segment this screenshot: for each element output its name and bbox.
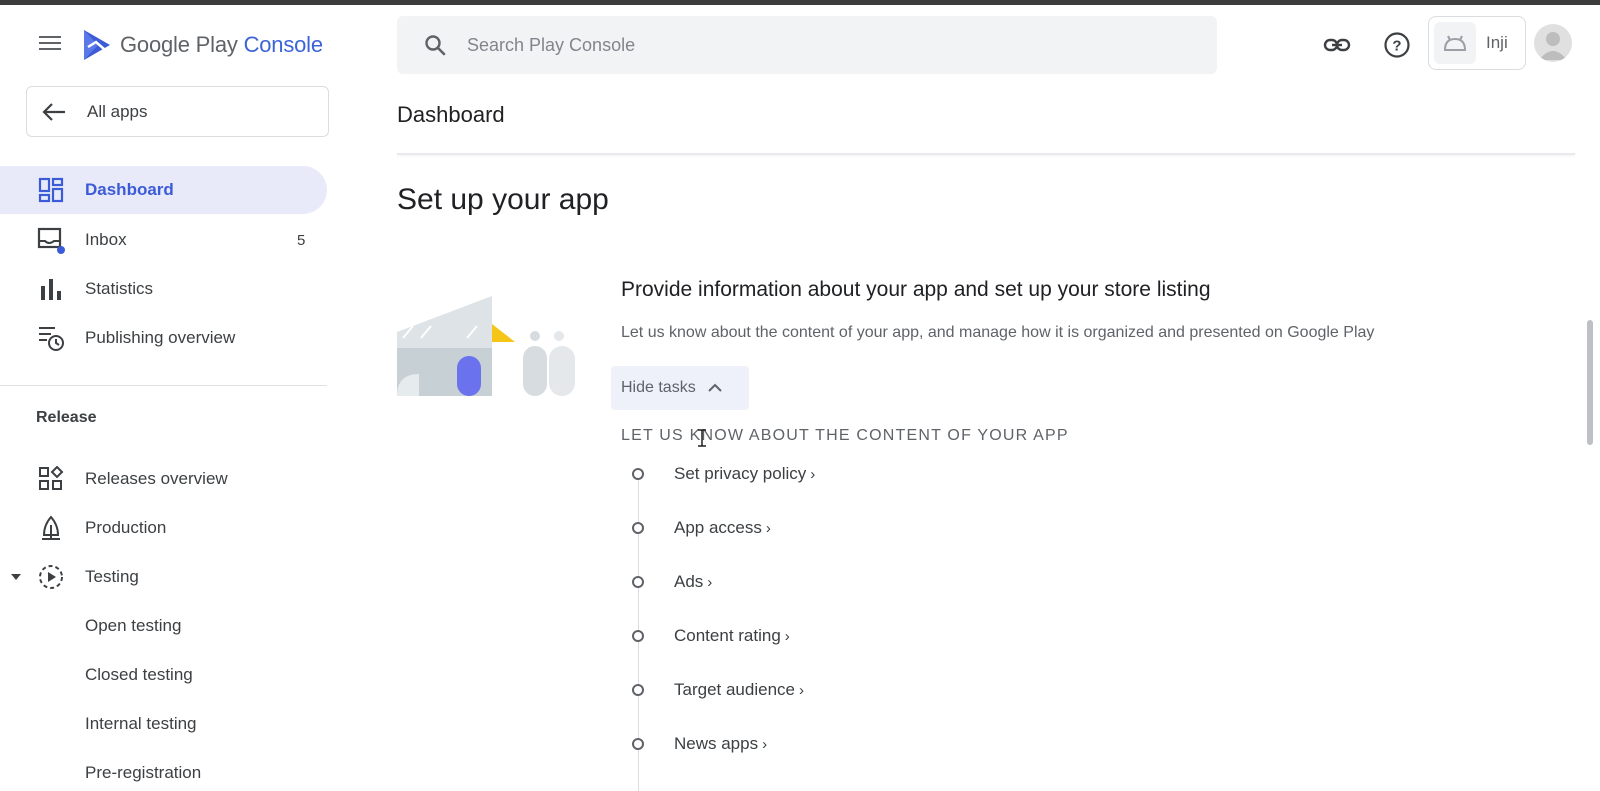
- setup-section-title: Set up your app: [397, 183, 609, 216]
- developer-account-chip[interactable]: Inji: [1428, 16, 1526, 70]
- releases-overview-icon: [37, 465, 65, 493]
- task-status-dot: [632, 522, 644, 534]
- task-status-dot: [632, 468, 644, 480]
- sidebar-item-label: Dashboard: [85, 180, 174, 199]
- chevron-right-icon: ›: [810, 465, 816, 483]
- inbox-icon: [37, 226, 65, 254]
- chevron-right-icon: ›: [765, 519, 771, 537]
- chevron-right-icon: ›: [707, 573, 713, 591]
- window-top-strip: [0, 0, 1600, 5]
- task-content-rating[interactable]: Content rating ›: [632, 624, 790, 648]
- publishing-overview-icon: [37, 324, 65, 352]
- sidebar-item-label: Publishing overview: [85, 328, 236, 347]
- search-input[interactable]: Search Play Console: [467, 35, 635, 56]
- task-label: Ads: [674, 572, 704, 591]
- sidebar-item-publishing-overview[interactable]: Publishing overview: [0, 314, 327, 362]
- search-icon: [425, 35, 446, 56]
- store-listing-illustration: [397, 296, 575, 396]
- play-console-logo[interactable]: Google Play Console: [82, 28, 323, 62]
- caret-down-icon[interactable]: [10, 572, 22, 582]
- sidebar-item-open-testing[interactable]: Open testing: [0, 602, 327, 650]
- task-status-dot: [632, 738, 644, 750]
- sidebar-item-label: Open testing: [85, 616, 182, 635]
- sidebar-item-label: Testing: [85, 567, 139, 586]
- sidebar-item-label: Closed testing: [85, 665, 193, 684]
- setup-card-description: Let us know about the content of your ap…: [621, 324, 1375, 341]
- sidebar-item-production[interactable]: Production: [0, 504, 327, 552]
- chevron-right-icon: ›: [798, 681, 804, 699]
- tasks-heading: LET US KNOW ABOUT THE CONTENT OF YOUR AP…: [621, 427, 1069, 444]
- sidebar-item-statistics[interactable]: Statistics: [0, 265, 327, 313]
- bar-chart-icon: [37, 275, 65, 303]
- setup-card-title: Provide information about your app and s…: [621, 278, 1211, 301]
- main-menu-button[interactable]: [36, 32, 64, 58]
- task-news-apps[interactable]: News apps ›: [632, 732, 767, 756]
- text-cursor-icon: [698, 429, 706, 447]
- sidebar-item-label: Inbox: [85, 230, 127, 249]
- task-label: Content rating: [674, 626, 781, 645]
- sidebar-item-label: Pre-registration: [85, 763, 202, 782]
- task-label: News apps: [674, 734, 759, 753]
- play-console-logo-icon: [84, 30, 110, 60]
- task-label: Set privacy policy: [674, 464, 807, 483]
- search-bar[interactable]: Search Play Console: [397, 16, 1217, 74]
- task-set-privacy-policy[interactable]: Set privacy policy ›: [632, 462, 815, 486]
- task-status-dot: [632, 684, 644, 696]
- sidebar-item-dashboard[interactable]: Dashboard: [0, 166, 327, 214]
- page-scrollbar[interactable]: [1587, 320, 1593, 445]
- sidebar-item-label: Releases overview: [85, 469, 228, 488]
- sidebar-item-pre-registration[interactable]: Pre-registration: [0, 749, 327, 791]
- task-ads[interactable]: Ads ›: [632, 570, 712, 594]
- android-icon: [1434, 22, 1476, 64]
- chevron-right-icon: ›: [762, 735, 768, 753]
- all-apps-button[interactable]: All apps: [26, 86, 329, 137]
- task-target-audience[interactable]: Target audience ›: [632, 678, 804, 702]
- page-title: Dashboard: [397, 102, 505, 127]
- sidebar-item-closed-testing[interactable]: Closed testing: [0, 651, 327, 699]
- hide-tasks-button[interactable]: Hide tasks: [611, 366, 749, 410]
- testing-icon: [37, 563, 65, 591]
- sidebar-item-internal-testing[interactable]: Internal testing: [0, 700, 327, 748]
- dashboard-icon: [37, 176, 65, 204]
- avatar[interactable]: [1534, 24, 1572, 62]
- chevron-up-icon: [707, 383, 722, 392]
- sidebar-divider: [0, 385, 327, 386]
- logo-text-google-play: Google Play: [120, 32, 238, 57]
- sidebar-item-label: Internal testing: [85, 714, 197, 733]
- task-status-dot: [632, 630, 644, 642]
- sidebar-item-inbox[interactable]: Inbox 5: [0, 216, 327, 264]
- release-section-title: Release: [36, 409, 97, 426]
- task-status-dot: [632, 576, 644, 588]
- svg-text:?: ?: [1392, 38, 1401, 55]
- task-label: App access: [674, 518, 762, 537]
- help-icon[interactable]: ?: [1382, 30, 1412, 60]
- developer-name: Inji: [1486, 33, 1508, 52]
- task-label: Target audience: [674, 680, 795, 699]
- arrow-back-icon: [42, 102, 65, 121]
- chevron-right-icon: ›: [784, 627, 790, 645]
- hide-tasks-label: Hide tasks: [621, 379, 696, 396]
- title-divider: [397, 153, 1575, 155]
- task-app-access[interactable]: App access ›: [632, 516, 771, 540]
- sidebar-item-label: Production: [85, 518, 167, 537]
- production-icon: [37, 514, 65, 542]
- logo-text-console: Console: [243, 32, 324, 57]
- sidebar-item-testing[interactable]: Testing: [0, 553, 327, 601]
- sidebar-item-label: Statistics: [85, 279, 154, 298]
- inbox-count-badge: 5: [297, 231, 306, 249]
- link-icon[interactable]: [1322, 30, 1352, 60]
- all-apps-label: All apps: [87, 101, 148, 121]
- sidebar-item-releases-overview[interactable]: Releases overview: [0, 455, 327, 503]
- account-avatar-icon: [1539, 32, 1567, 60]
